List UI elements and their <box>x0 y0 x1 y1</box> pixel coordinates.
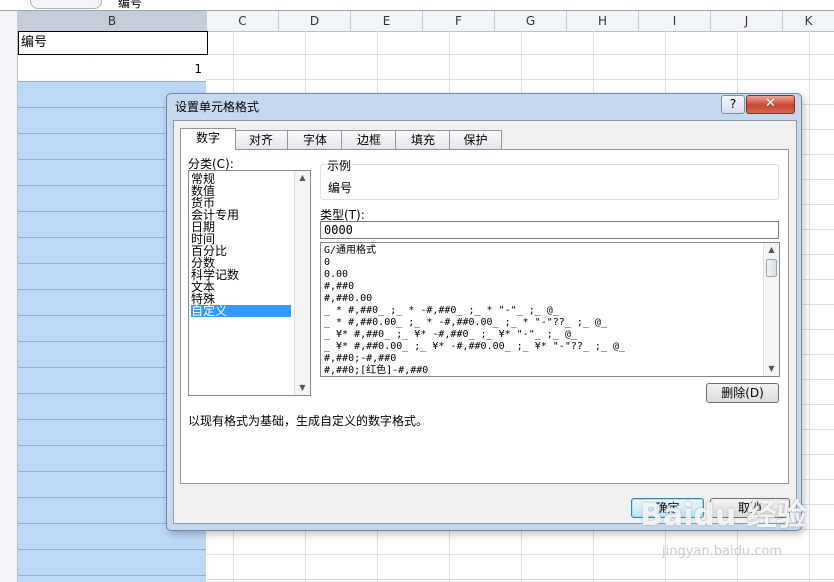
column-header-j[interactable]: J <box>711 11 783 31</box>
format-item[interactable]: _ * #,##0_ ;_ * -#,##0_ ;_ * "-"_ ;_ @_ <box>324 305 764 317</box>
number-tab-panel: 分类(C): 常规 数值 货币 会计专用 日期 时间 百分比 分数 科学记数 文… <box>180 149 789 484</box>
scroll-up-arrow-icon[interactable]: ▲ <box>295 171 310 185</box>
tab-border[interactable]: 边框 <box>341 130 397 149</box>
formula-bar: 编号 <box>0 0 834 11</box>
description-text: 以现有格式为基础，生成自定义的数字格式。 <box>188 414 429 428</box>
tab-number[interactable]: 数字 <box>180 128 236 150</box>
column-header-h[interactable]: H <box>567 11 639 31</box>
select-all-corner[interactable] <box>0 11 18 31</box>
format-item[interactable]: 0.00 <box>324 269 764 281</box>
column-header-d[interactable]: D <box>279 11 351 31</box>
column-header-e[interactable]: E <box>351 11 423 31</box>
name-box[interactable] <box>30 0 102 9</box>
delete-button[interactable]: 删除(D) <box>706 383 779 403</box>
dialog-title: 设置单元格格式 <box>175 100 260 114</box>
row-headers[interactable] <box>0 31 18 582</box>
scroll-up-arrow-icon[interactable]: ▲ <box>764 243 779 257</box>
help-button[interactable]: ? <box>721 95 745 114</box>
cell-b2[interactable]: 1 <box>18 57 206 81</box>
column-header-f[interactable]: F <box>423 11 495 31</box>
category-list[interactable]: 常规 数值 货币 会计专用 日期 时间 百分比 分数 科学记数 文本 特殊 自定… <box>188 170 311 396</box>
tab-alignment[interactable]: 对齐 <box>233 130 289 149</box>
close-button[interactable]: ✕ <box>746 95 795 114</box>
tab-protection[interactable]: 保护 <box>449 130 502 149</box>
column-header-g[interactable]: G <box>495 11 567 31</box>
column-header-k[interactable]: K <box>783 11 834 31</box>
format-item[interactable]: 0 <box>324 257 764 269</box>
format-item[interactable]: #,##0;[红色]-#,##0 <box>324 365 764 376</box>
sample-label: 示例 <box>326 157 353 174</box>
cancel-button[interactable]: 取消 <box>710 498 790 518</box>
scroll-thumb[interactable] <box>766 259 777 277</box>
sample-value: 编号 <box>328 181 353 195</box>
format-item[interactable]: #,##0.00 <box>324 293 764 305</box>
format-item[interactable]: _ ¥* #,##0_ ;_ ¥* -#,##0_ ;_ ¥* "-"_ ;_ … <box>324 329 764 341</box>
format-item[interactable]: _ * #,##0.00_ ;_ * -#,##0.00_ ;_ * "-"??… <box>324 317 764 329</box>
category-scrollbar[interactable]: ▲ ▼ <box>294 171 310 395</box>
column-headers: B C D E F G H I J K <box>0 11 834 32</box>
format-item[interactable]: G/通用格式 <box>324 245 764 257</box>
cell-b1[interactable]: 编号 <box>18 31 208 55</box>
format-item[interactable]: #,##0;-#,##0 <box>324 353 764 365</box>
format-code-list[interactable]: G/通用格式 0 0.00 #,##0 #,##0.00 _ * #,##0_ … <box>320 242 780 377</box>
format-item[interactable]: _ ¥* #,##0.00_ ;_ ¥* -#,##0.00_ ;_ ¥* "-… <box>324 341 764 353</box>
format-cells-dialog: 设置单元格格式 ? ✕ 数字 对齐 字体 边框 填充 保护 分类(C): 常规 … <box>166 93 802 531</box>
column-header-b[interactable]: B <box>18 11 207 31</box>
ok-button[interactable]: 确定 <box>631 498 704 518</box>
cell-b2-value: 1 <box>194 62 202 76</box>
type-input[interactable]: 0000 <box>320 221 779 239</box>
formula-content[interactable]: 编号 <box>118 0 142 10</box>
column-header-i[interactable]: I <box>639 11 711 31</box>
scroll-down-arrow-icon[interactable]: ▼ <box>295 381 310 395</box>
dialog-body: 数字 对齐 字体 边框 填充 保护 分类(C): 常规 数值 货币 会计专用 日… <box>173 120 797 524</box>
sample-group: 示例 编号 <box>320 157 779 200</box>
format-scrollbar[interactable]: ▲ ▼ <box>763 243 779 376</box>
scroll-down-arrow-icon[interactable]: ▼ <box>764 362 779 376</box>
column-header-c[interactable]: C <box>207 11 279 31</box>
tab-fill[interactable]: 填充 <box>395 130 451 149</box>
tab-font[interactable]: 字体 <box>287 130 343 149</box>
format-item[interactable]: #,##0 <box>324 281 764 293</box>
category-item-selected[interactable]: 自定义 <box>191 305 291 317</box>
